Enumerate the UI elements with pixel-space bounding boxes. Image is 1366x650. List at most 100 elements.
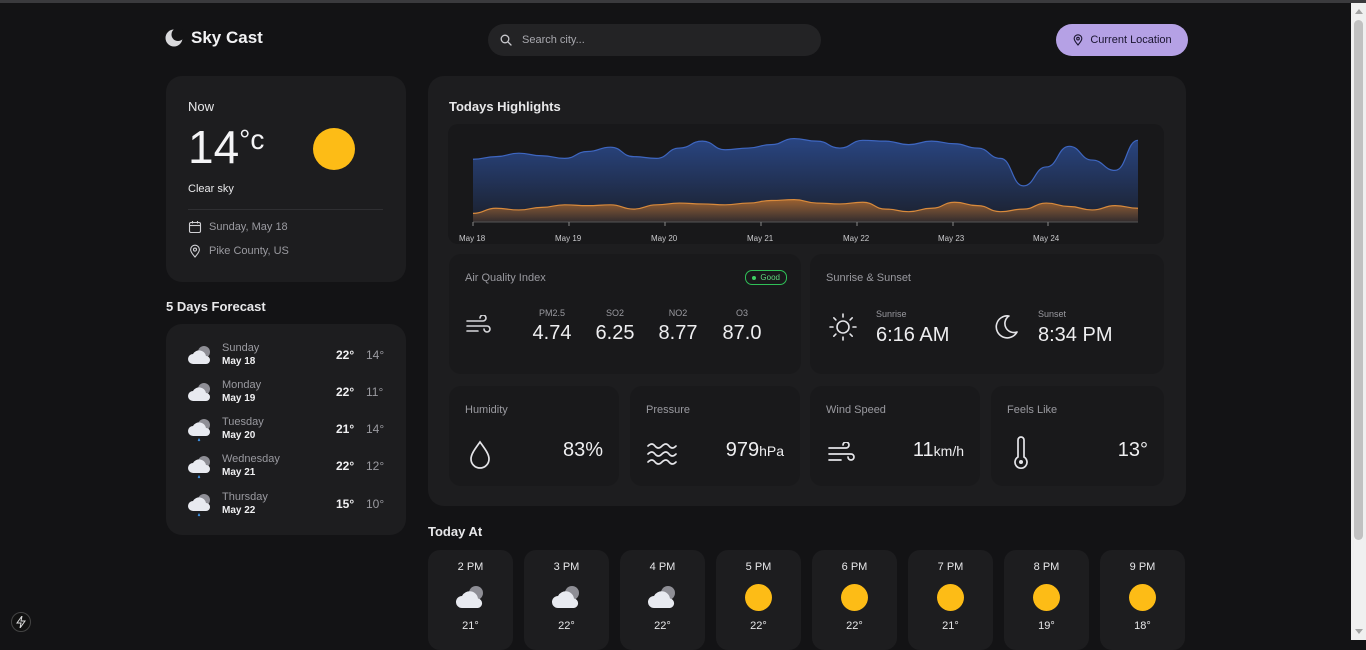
hour-temperature: 19° xyxy=(1038,620,1055,632)
wind-icon xyxy=(828,442,855,461)
aqi-status-text: Good xyxy=(760,273,780,282)
hourly-card: 2 PM 21° xyxy=(428,550,513,650)
hour-temperature: 22° xyxy=(558,620,575,632)
aqi-value: 8.77 xyxy=(658,322,698,344)
forecast-low: 12° xyxy=(366,459,385,473)
wind-speed-label: Wind Speed xyxy=(826,404,886,416)
forecast-row: Thursday May 22 15° 10° xyxy=(186,491,386,525)
moon-logo-icon xyxy=(165,29,183,47)
highlights-card: Todays Highlights May 18 May 19 May 20 M… xyxy=(428,76,1186,506)
scroll-down-arrow-icon[interactable] xyxy=(1355,629,1363,634)
sunrise-label: Sunrise xyxy=(876,309,907,319)
humidity-label: Humidity xyxy=(465,404,508,416)
location-row: Pike County, US xyxy=(188,244,289,258)
current-location-label: Current Location xyxy=(1090,34,1172,46)
forecast-low: 11° xyxy=(366,385,384,399)
hour-temperature: 21° xyxy=(462,620,479,632)
scrollbar-thumb[interactable] xyxy=(1354,20,1363,540)
hour-temperature: 18° xyxy=(1134,620,1151,632)
scroll-up-arrow-icon[interactable] xyxy=(1355,9,1363,14)
sunrise-icon xyxy=(829,313,857,341)
air-quality-card: Air Quality Index Good PM2.5 4.74 SO2 6.… xyxy=(449,254,801,374)
aqi-key: SO2 xyxy=(605,308,624,318)
cloudy-icon xyxy=(188,346,210,364)
date-row: Sunday, May 18 xyxy=(188,220,288,234)
chart-tick-label: May 20 xyxy=(651,234,678,243)
cloudy-icon xyxy=(648,586,675,608)
sunrise-sunset-label: Sunrise & Sunset xyxy=(826,272,911,284)
forecast-high: 22° xyxy=(336,348,355,362)
app-name: Sky Cast xyxy=(191,28,263,47)
thermometer-icon xyxy=(1014,436,1028,470)
chart-tick-label: May 23 xyxy=(938,234,965,243)
app-logo[interactable]: Sky Cast xyxy=(165,28,263,48)
hour-time: 6 PM xyxy=(841,561,868,573)
today-at-title: Today At xyxy=(428,524,483,539)
forecast-day: Thursday xyxy=(222,491,268,503)
sun-icon xyxy=(313,128,355,170)
sunrise-time: 6:16 AM xyxy=(876,324,950,346)
pressure-label: Pressure xyxy=(646,404,691,416)
now-label: Now xyxy=(188,99,215,114)
divider xyxy=(188,209,383,210)
forecast-row: Monday May 19 22° 11° xyxy=(186,379,386,413)
hourly-card: 3 PM 22° xyxy=(524,550,609,650)
forecast-date: May 19 xyxy=(222,393,256,404)
hour-time: 3 PM xyxy=(553,561,580,573)
cloudy-icon xyxy=(456,586,483,608)
aqi-status-badge: Good xyxy=(745,270,787,285)
aqi-value: 4.74 xyxy=(532,322,572,344)
wind-speed-value: 11 xyxy=(912,439,934,461)
hourly-card: 9 PM 18° xyxy=(1100,550,1185,650)
search-input[interactable] xyxy=(520,33,794,47)
forecast-date: May 21 xyxy=(222,467,256,478)
hour-time: 9 PM xyxy=(1129,561,1156,573)
sunrise-sunset-card: Sunrise & Sunset Sunrise 6:16 AM Sunset … xyxy=(810,254,1164,374)
aqi-value: 87.0 xyxy=(722,322,762,344)
chart-tick-label: May 22 xyxy=(843,234,870,243)
forecast-card: Sunday May 18 22° 14° Monday May 19 22° … xyxy=(166,324,406,535)
forecast-day: Wednesday xyxy=(222,453,280,465)
sun-icon xyxy=(745,584,772,611)
feels-like-label: Feels Like xyxy=(1007,404,1058,416)
aqi-key: PM2.5 xyxy=(538,308,565,318)
rain-icon xyxy=(188,494,210,517)
forecast-day: Tuesday xyxy=(222,416,264,428)
status-dot xyxy=(752,275,757,280)
lightning-icon xyxy=(16,616,26,628)
current-location-button[interactable]: Current Location xyxy=(1056,24,1188,56)
hour-time: 2 PM xyxy=(457,561,484,573)
forecast-row: Sunday May 18 22° 14° xyxy=(186,342,386,376)
rain-icon xyxy=(188,419,210,442)
aqi-item-so2: SO2 6.25 xyxy=(590,308,640,345)
hour-temperature: 22° xyxy=(654,620,671,632)
forecast-low: 14° xyxy=(366,348,385,362)
search-bar[interactable] xyxy=(488,24,821,56)
hour-time: 8 PM xyxy=(1033,561,1060,573)
dev-tools-badge[interactable] xyxy=(11,612,31,632)
rain-icon xyxy=(188,456,210,479)
aqi-item-no2: NO2 8.77 xyxy=(653,308,703,345)
aqi-key: O3 xyxy=(735,308,748,318)
humidity-value: 83% xyxy=(562,439,603,461)
scrollbar[interactable] xyxy=(1351,3,1366,640)
forecast-low: 10° xyxy=(366,497,385,511)
droplet-icon xyxy=(470,440,490,469)
hourly-card: 7 PM 21° xyxy=(908,550,993,650)
hour-temperature: 22° xyxy=(750,620,767,632)
feels-like-value: 13° xyxy=(1117,439,1148,461)
temperature-value: 14 xyxy=(188,121,240,173)
forecast-day: Monday xyxy=(222,379,262,391)
wind-icon xyxy=(466,315,491,333)
weather-condition: Clear sky xyxy=(188,183,234,195)
forecast-date: May 22 xyxy=(222,505,256,516)
location-pin-icon xyxy=(1073,34,1083,46)
sun-icon xyxy=(937,584,964,611)
humidity-card: Humidity 83% xyxy=(449,386,619,486)
cloudy-icon xyxy=(552,586,579,608)
pressure-reading: 979hPa xyxy=(726,439,784,462)
location-pin-icon xyxy=(190,244,200,258)
area-chart xyxy=(472,137,1139,226)
hour-time: 7 PM xyxy=(937,561,964,573)
calendar-icon xyxy=(188,221,202,234)
